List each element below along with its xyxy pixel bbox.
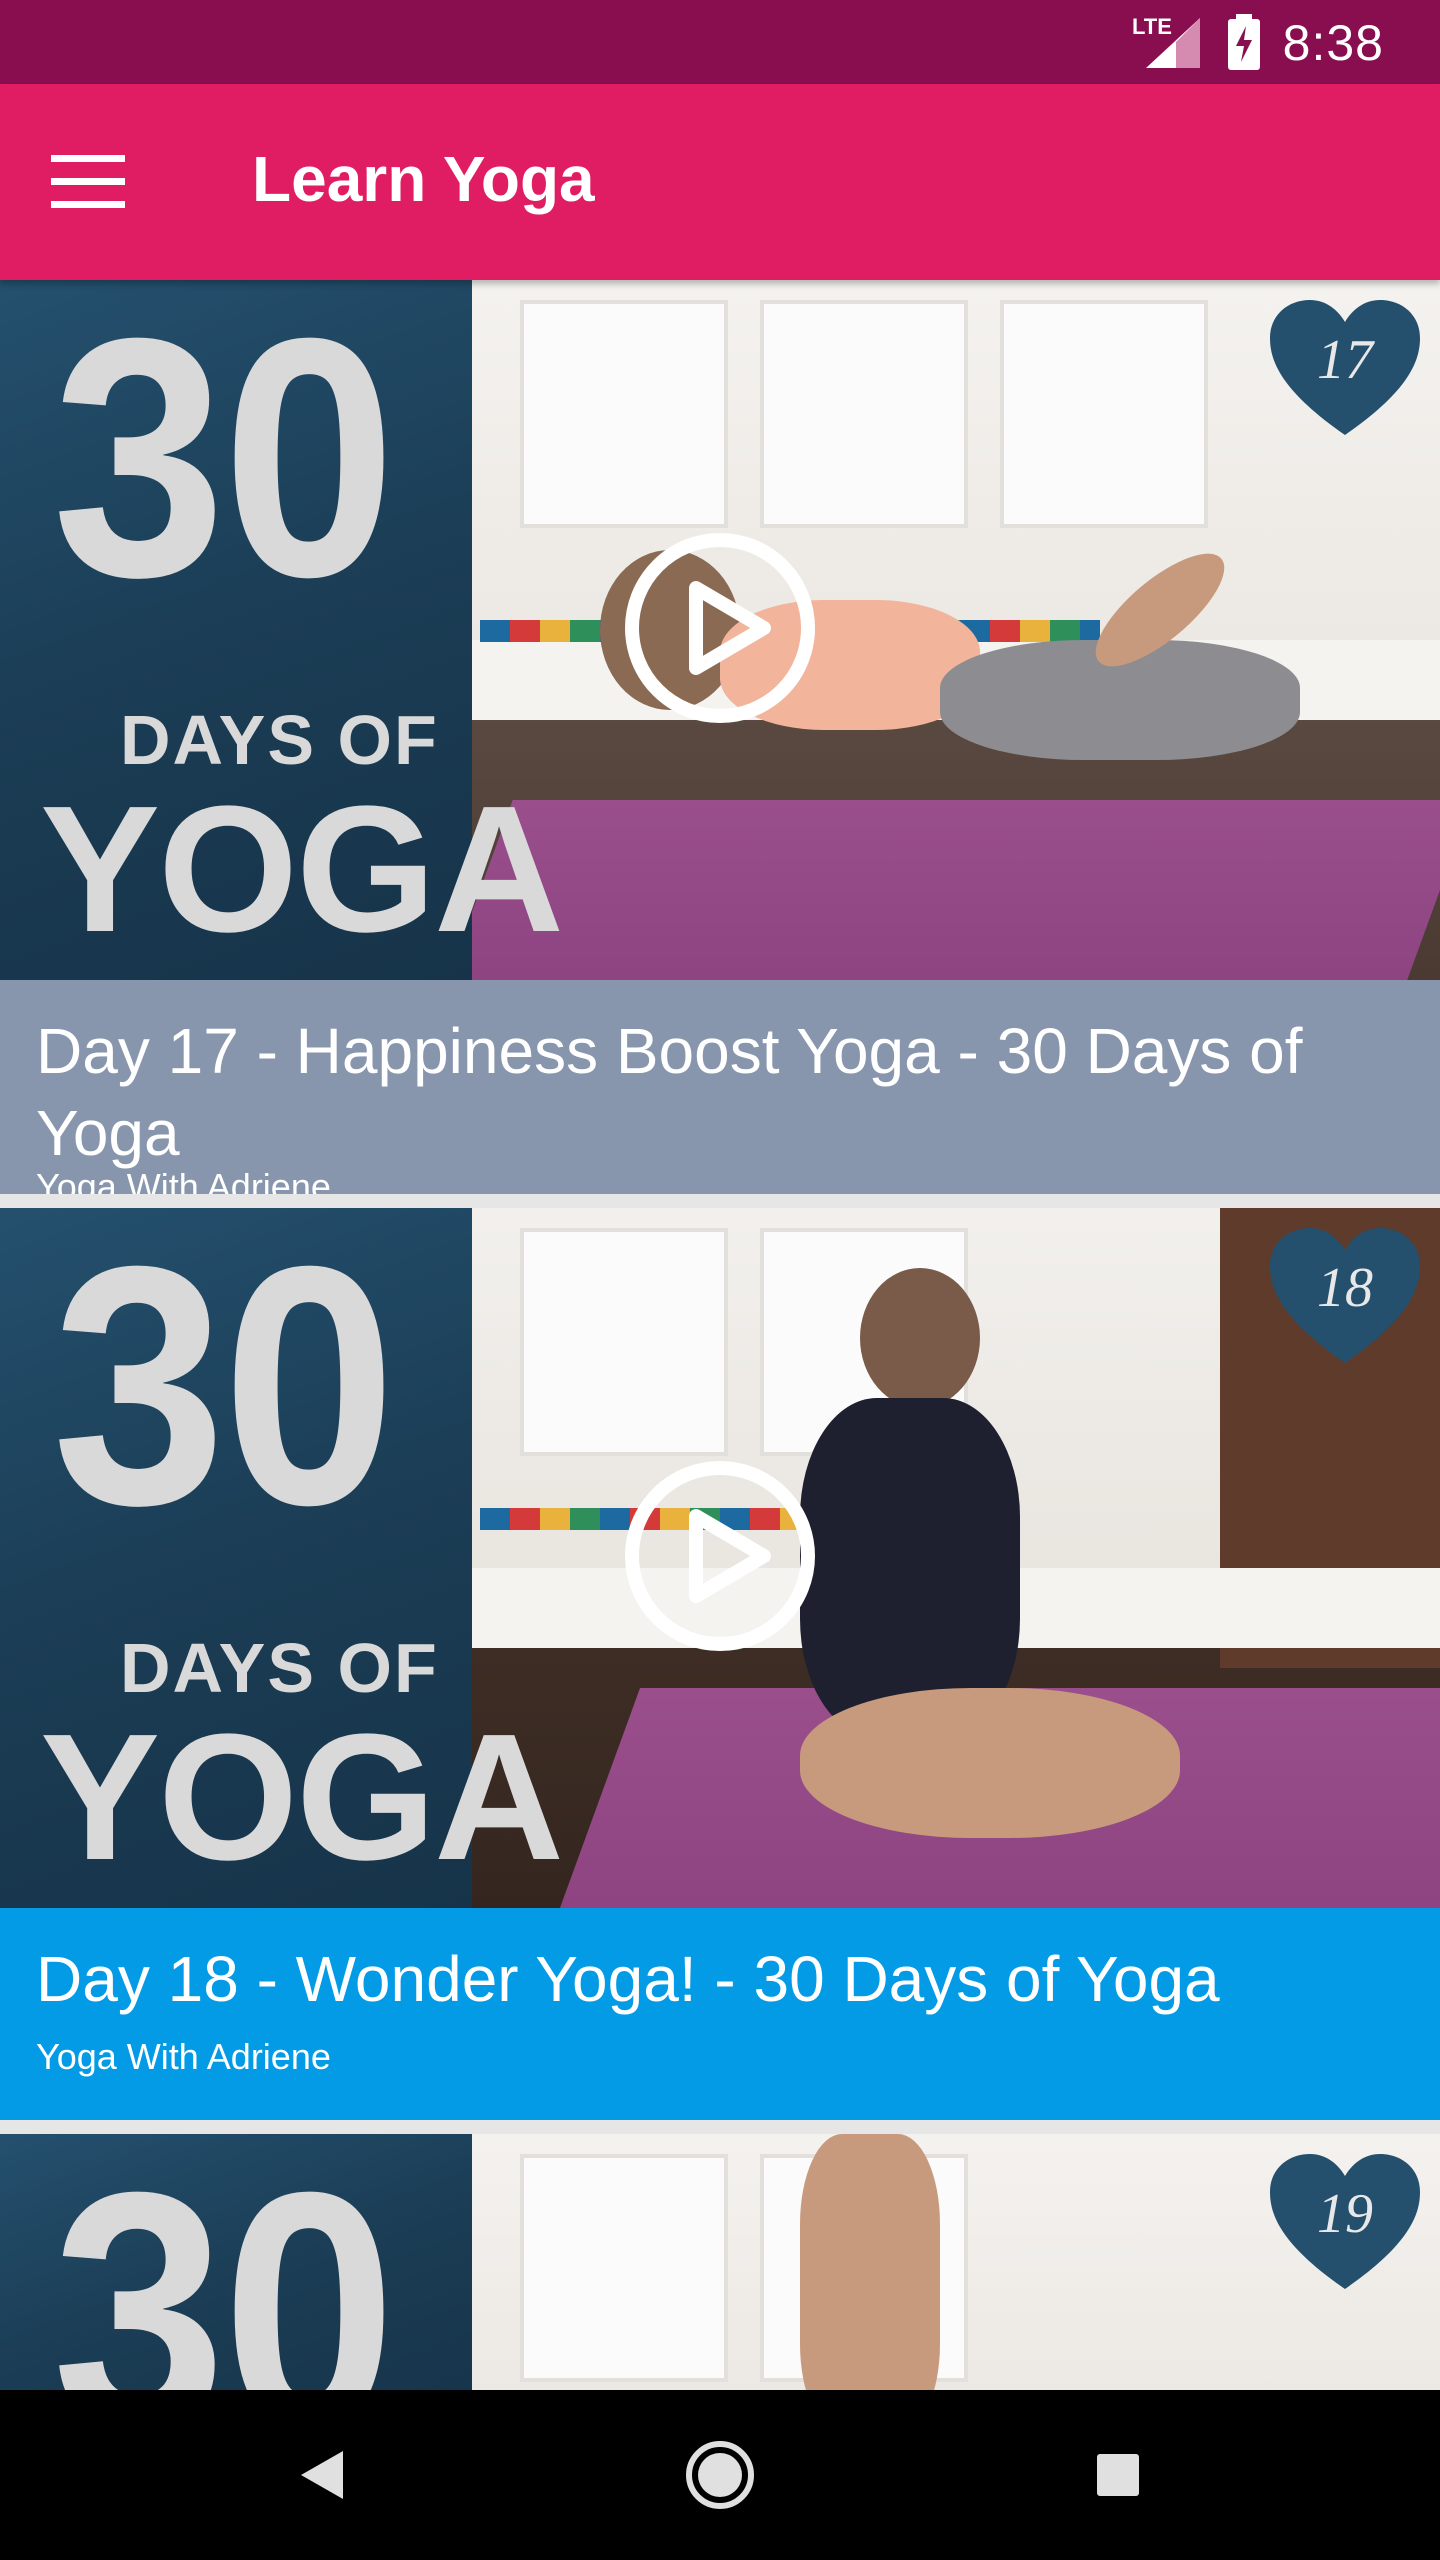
video-title[interactable]: Day 18 - Wonder Yoga! - 30 Days of Yoga: [36, 1938, 1404, 2020]
app-title: Learn Yoga: [252, 143, 595, 215]
video-feed[interactable]: 30 DAYS OF YOGA 17 Day 17 - Happiness Bo…: [0, 280, 1440, 2390]
video-thumbnail[interactable]: 30 DAYS OF YOGA 18: [0, 1208, 1440, 1908]
series-banner: 30 DAYS OF YOGA: [0, 280, 564, 980]
home-circle-icon: [686, 2441, 754, 2509]
home-button[interactable]: [670, 2430, 770, 2520]
system-nav-bar: [0, 2390, 1440, 2560]
day-heart-badge: 19: [1270, 2154, 1420, 2289]
video-thumbnail[interactable]: 30 19: [0, 2134, 1440, 2390]
day-number: 17: [1317, 329, 1375, 391]
day-heart-badge: 17: [1270, 300, 1420, 435]
back-button[interactable]: [272, 2430, 372, 2520]
series-banner: 30 DAYS OF YOGA: [0, 1208, 564, 1908]
video-caption[interactable]: Day 18 - Wonder Yoga! - 30 Days of Yoga …: [0, 1908, 1440, 2120]
day-number: 18: [1317, 1257, 1373, 1319]
recents-button[interactable]: [1068, 2430, 1168, 2520]
video-card[interactable]: 30 DAYS OF YOGA 18 Day 18 - Wonder Yoga!…: [0, 1208, 1440, 2120]
back-triangle-icon: [301, 2451, 343, 2499]
banner-yoga: YOGA: [40, 769, 564, 970]
banner-number: 30: [52, 1208, 396, 1576]
banner-number: 30: [52, 2134, 396, 2390]
play-button[interactable]: [622, 1458, 818, 1654]
clock: 8:38: [1282, 15, 1384, 71]
video-card[interactable]: 30 DAYS OF YOGA 17 Day 17 - Happiness Bo…: [0, 280, 1440, 1194]
video-caption[interactable]: Day 17 - Happiness Boost Yoga - 30 Days …: [0, 980, 1440, 1194]
channel-name: Yoga With Adriene: [36, 1166, 331, 1194]
banner-days-of: DAYS OF: [120, 1629, 439, 1707]
app-bar: Learn Yoga: [0, 84, 1440, 280]
series-banner: 30: [0, 2134, 472, 2390]
banner-yoga: YOGA: [40, 1697, 564, 1898]
signal-icon: [1146, 18, 1200, 68]
status-bar: LTE 8:38: [0, 0, 1440, 84]
video-title[interactable]: Day 17 - Happiness Boost Yoga - 30 Days …: [36, 1010, 1404, 1174]
banner-days-of: DAYS OF: [120, 701, 439, 779]
channel-name: Yoga With Adriene: [36, 2036, 331, 2077]
day-heart-badge: 18: [1270, 1228, 1420, 1363]
play-button[interactable]: [622, 530, 818, 726]
video-thumbnail[interactable]: 30 DAYS OF YOGA 17: [0, 280, 1440, 980]
video-card[interactable]: 30 19: [0, 2134, 1440, 2390]
hamburger-menu-icon: [51, 155, 125, 208]
recents-square-icon: [1097, 2454, 1139, 2496]
day-number: 19: [1317, 2183, 1373, 2245]
menu-button[interactable]: [40, 134, 136, 230]
banner-number: 30: [52, 280, 396, 648]
battery-charging-icon: [1228, 14, 1260, 70]
